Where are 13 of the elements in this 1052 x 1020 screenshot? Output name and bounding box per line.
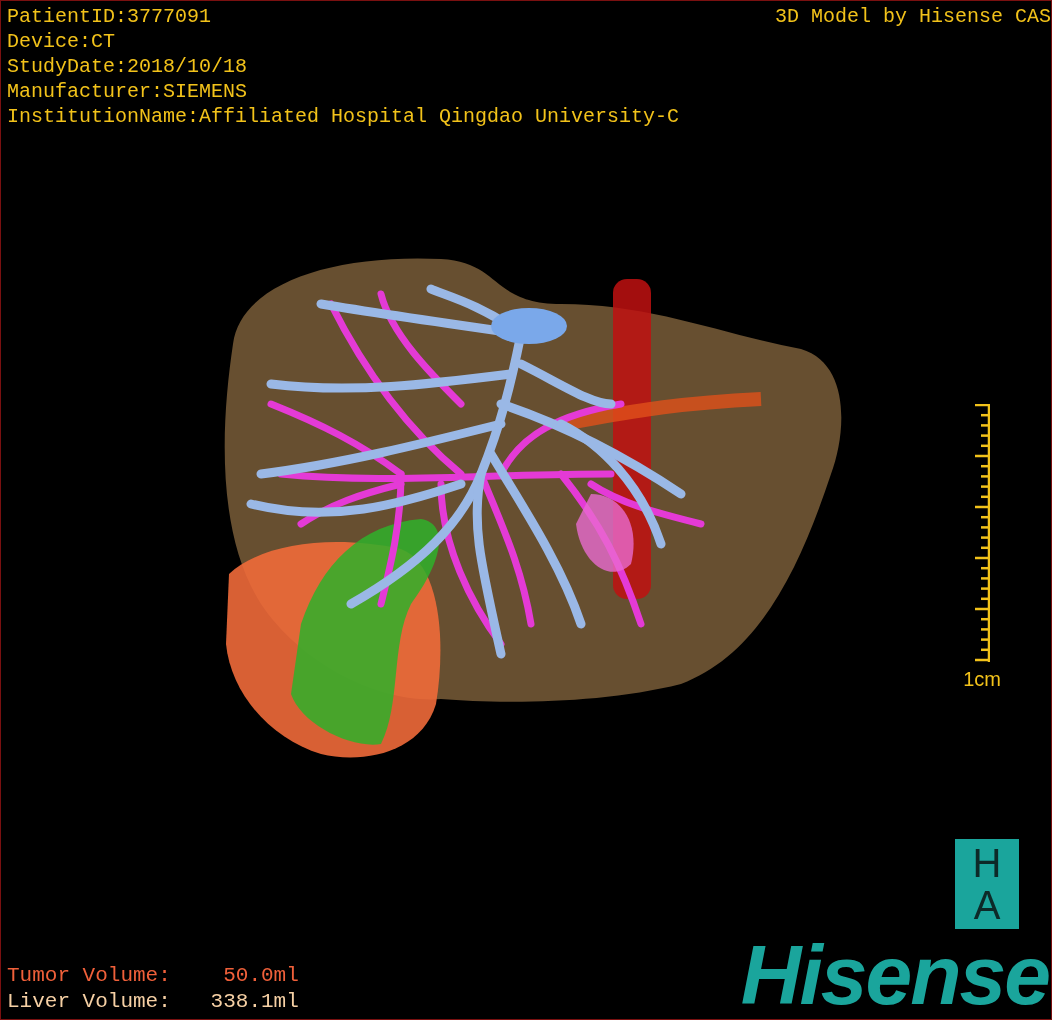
brand-logo: Hisense [740,935,1049,1015]
study-info-text: Manufacturer:SIEMENS [7,79,249,104]
study-info-text: Device:CT [7,29,117,54]
logo-badge: H A [955,839,1019,929]
scale-label: 1cm [963,667,1001,692]
model-title: 3D Model by Hisense CAS [774,5,1051,28]
study-info-text: InstitutionName:Affiliated Hospital Qingdao University-C [7,104,680,129]
volume-label: Tumor Volume: [7,963,171,989]
study-info-text: PatientID:3777091 [7,4,213,29]
volume-label: Liver Volume: [7,989,171,1015]
volume-value: 338.1ml [209,989,299,1015]
study-info-text: StudyDate:2018/10/18 [7,54,249,79]
volume-value: 50.0ml [222,963,299,989]
